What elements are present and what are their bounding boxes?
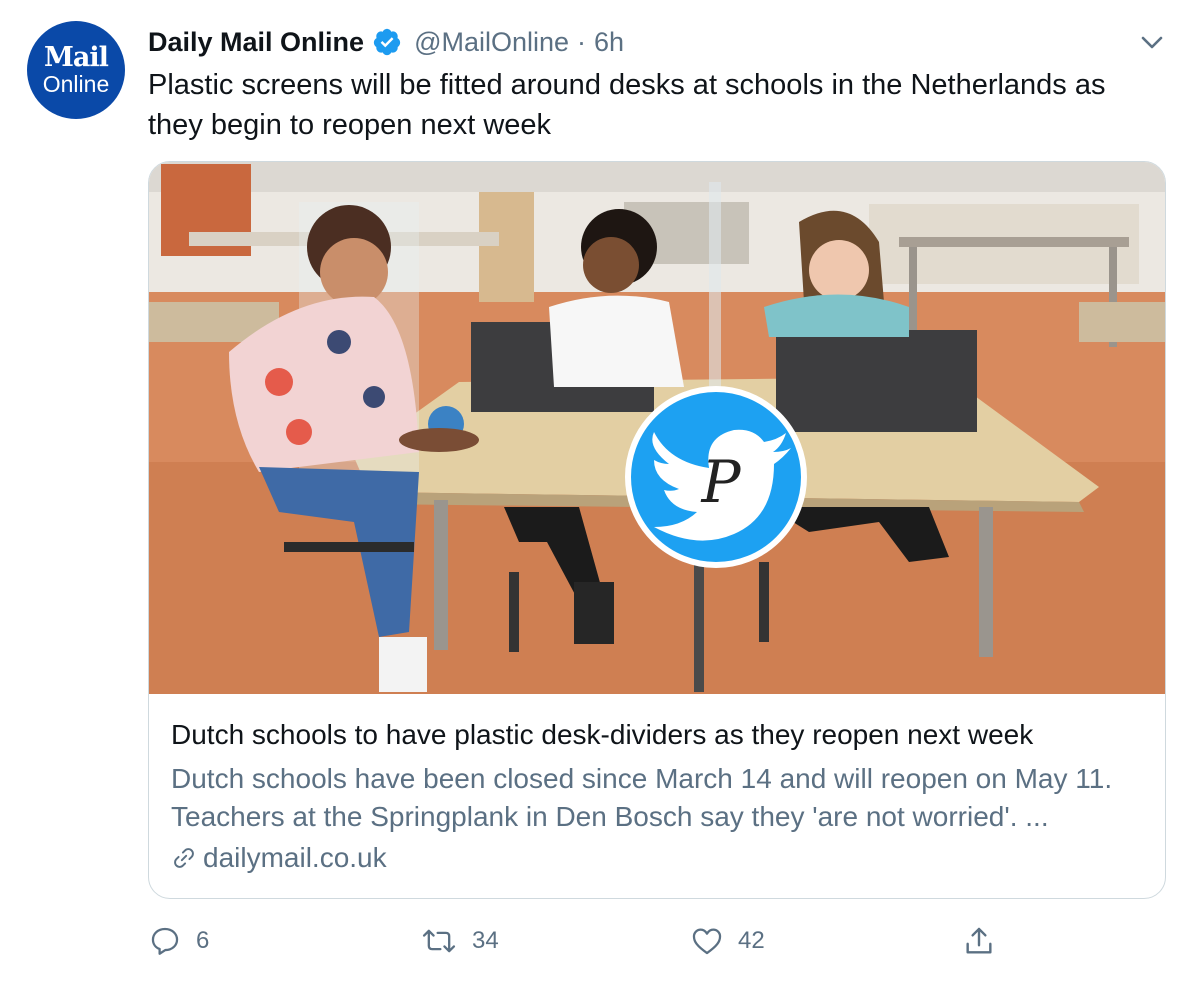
card-domain: dailymail.co.uk [203,842,387,873]
like-button[interactable]: 42 [690,915,765,967]
verified-icon [373,28,401,56]
author-name[interactable]: Daily Mail Online [148,27,364,58]
card-title[interactable]: Dutch schools to have plastic desk-divid… [171,719,1033,751]
retweet-icon [422,929,456,953]
reply-icon [151,927,179,955]
avatar[interactable]: Mail Online [27,21,125,119]
card-image[interactable]: P [149,162,1165,694]
card-description: Dutch schools have been closed since Mar… [171,763,1113,832]
retweet-button[interactable]: 34 [420,915,499,967]
separator-dot: · [577,26,587,57]
twitter-bird-icon: P [625,386,807,568]
tweet-header: Daily Mail Online @MailOnline · 6h [148,24,624,60]
like-count: 42 [738,927,765,954]
tweet-text: Plastic screens will be fitted around de… [148,69,1106,141]
link-card[interactable]: P Dutch schools to have plastic desk-div… [148,161,1166,899]
author-handle[interactable]: @MailOnline [414,27,569,58]
classroom-photo: P [149,162,1165,694]
reply-count: 6 [196,927,210,954]
action-bar: 6 34 42 [0,915,1200,967]
svg-text:P: P [700,448,741,516]
like-icon [692,928,722,955]
avatar-line1: Mail [44,42,109,73]
share-button[interactable] [962,915,996,967]
share-icon [966,927,992,954]
avatar-line2: Online [42,71,110,97]
retweet-count: 34 [472,927,499,954]
tweet[interactable]: Mail Online Daily Mail Online @MailOnlin… [0,0,1200,982]
link-icon [174,848,194,868]
chevron-down-icon[interactable] [1138,30,1166,54]
reply-button[interactable]: 6 [148,915,209,967]
timestamp[interactable]: 6h [594,27,624,58]
card-domain-link[interactable]: dailymail.co.uk [171,842,387,874]
